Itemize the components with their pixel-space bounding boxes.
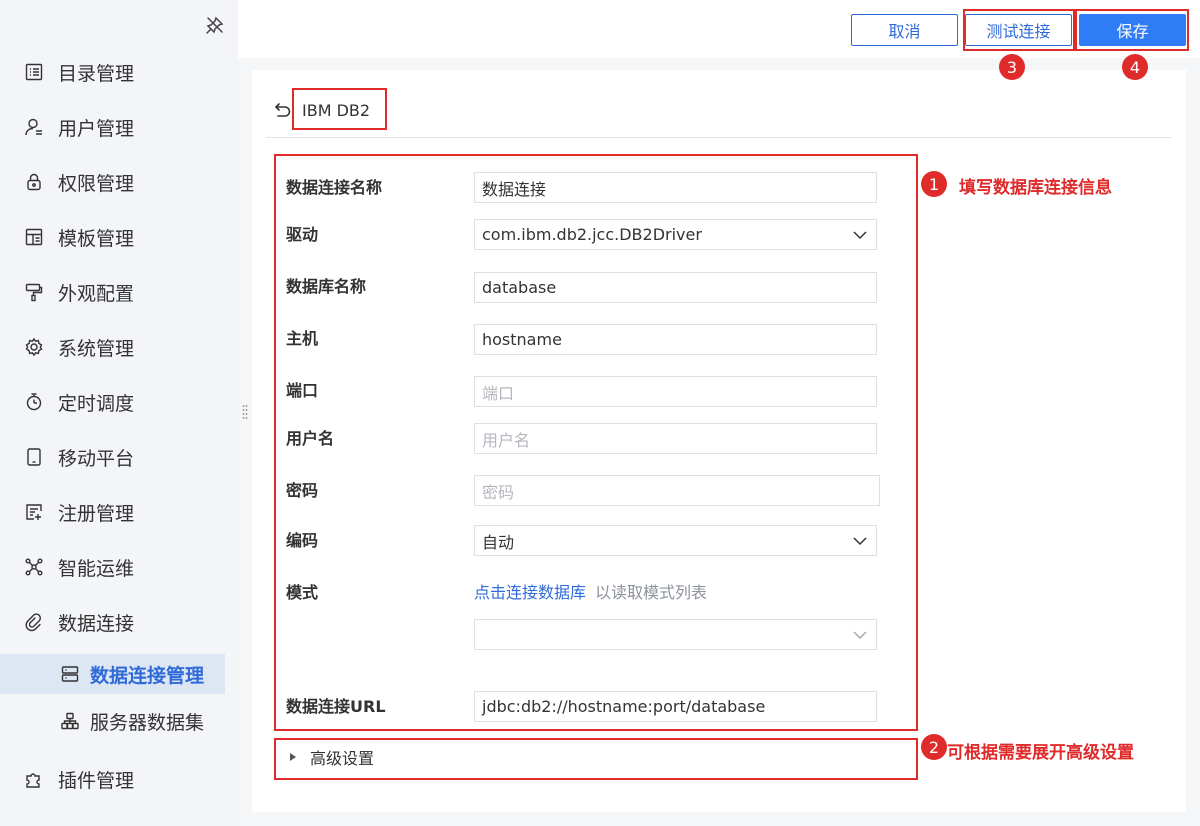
- sidebar-subitem-data-connection-management[interactable]: 数据连接管理: [0, 654, 225, 694]
- encoding-select[interactable]: 自动: [474, 525, 877, 556]
- annotation-badge-3: 3: [999, 54, 1025, 80]
- sidebar-subitem-server-dataset[interactable]: 服务器数据集: [0, 701, 225, 741]
- annotation-badge-2: 2: [921, 734, 947, 760]
- sidebar-item-catalog[interactable]: 目录管理: [0, 50, 238, 94]
- sidebar-item-mobile[interactable]: 移动平台: [0, 435, 238, 479]
- template-icon: [24, 227, 44, 247]
- annotation-note-1: 填写数据库连接信息: [959, 178, 1112, 198]
- chevron-down-icon: [853, 537, 867, 546]
- caret-right-icon: [290, 753, 296, 761]
- conn-name-label: 数据连接名称: [286, 178, 383, 197]
- stopwatch-icon: [24, 392, 44, 412]
- test-connection-button[interactable]: 测试连接: [965, 14, 1072, 46]
- sidebar-item-label: 权限管理: [58, 172, 135, 195]
- url-input[interactable]: jdbc:db2://hostname:port/database: [474, 691, 877, 722]
- sidebar-item-label: 模板管理: [58, 227, 135, 250]
- sidebar-subitem-label: 服务器数据集: [90, 711, 205, 734]
- sidebar-item-schedule[interactable]: 定时调度: [0, 380, 238, 424]
- url-label: 数据连接URL: [286, 697, 386, 716]
- conn-name-input[interactable]: 数据连接: [474, 172, 877, 203]
- schema-select[interactable]: [474, 619, 877, 650]
- annotation-note-2: 可根据需要展开高级设置: [947, 743, 1134, 763]
- sidebar-item-permissions[interactable]: 权限管理: [0, 160, 238, 204]
- driver-label: 驱动: [286, 225, 319, 244]
- sidebar-item-label: 移动平台: [58, 447, 135, 470]
- resize-handle-icon[interactable]: [242, 404, 248, 420]
- puzzle-icon: [24, 769, 44, 789]
- network-icon: [24, 557, 44, 577]
- host-input[interactable]: hostname: [474, 324, 877, 355]
- db-name-label: 数据库名称: [286, 277, 367, 296]
- driver-select[interactable]: com.ibm.db2.jcc.DB2Driver: [474, 219, 877, 250]
- sidebar-item-label: 注册管理: [58, 502, 135, 525]
- sidebar-item-plugins[interactable]: 插件管理: [0, 757, 238, 801]
- gear-icon: [24, 337, 44, 357]
- database-type-title: IBM DB2: [302, 101, 371, 120]
- unpin-icon[interactable]: [205, 15, 225, 35]
- back-icon[interactable]: [274, 101, 292, 119]
- username-label: 用户名: [286, 429, 335, 448]
- lock-icon: [24, 172, 44, 192]
- advanced-settings-toggle[interactable]: 高级设置: [290, 745, 374, 769]
- sidebar-item-label: 定时调度: [58, 392, 135, 415]
- username-input[interactable]: 用户名: [474, 423, 877, 454]
- encoding-label: 编码: [286, 531, 319, 550]
- sidebar-item-register[interactable]: 注册管理: [0, 490, 238, 534]
- sidebar-item-system[interactable]: 系统管理: [0, 325, 238, 369]
- sidebar-item-label: 智能运维: [58, 557, 135, 580]
- sidebar: 目录管理 用户管理 权限管理 模板管理 外观配置 系统管理 定时调度 移动平台 …: [0, 0, 238, 826]
- host-label: 主机: [286, 329, 319, 348]
- user-icon: [24, 117, 44, 137]
- header-divider: [266, 137, 1172, 138]
- register-icon: [24, 502, 44, 522]
- cancel-button[interactable]: 取消: [851, 14, 958, 46]
- db-name-input[interactable]: database: [474, 272, 877, 303]
- port-label: 端口: [286, 381, 319, 400]
- save-button[interactable]: 保存: [1079, 14, 1186, 46]
- sidebar-item-label: 用户管理: [58, 117, 135, 140]
- sidebar-item-label: 目录管理: [58, 62, 135, 85]
- sidebar-item-data-connection[interactable]: 数据连接: [0, 600, 238, 644]
- advanced-settings-label: 高级设置: [310, 749, 375, 768]
- password-label: 密码: [286, 481, 319, 500]
- connect-database-link[interactable]: 点击连接数据库: [474, 579, 586, 603]
- link-icon: [24, 612, 44, 632]
- tablet-icon: [24, 447, 44, 467]
- sidebar-item-templates[interactable]: 模板管理: [0, 215, 238, 259]
- sidebar-item-label: 插件管理: [58, 769, 135, 792]
- sidebar-item-ops[interactable]: 智能运维: [0, 545, 238, 589]
- sidebar-subitem-label: 数据连接管理: [90, 664, 205, 687]
- sidebar-item-label: 数据连接: [58, 612, 135, 635]
- sidebar-item-label: 系统管理: [58, 337, 135, 360]
- sidebar-item-users[interactable]: 用户管理: [0, 105, 238, 149]
- annotation-badge-4: 4: [1122, 54, 1148, 80]
- dataset-icon: [60, 711, 80, 731]
- port-input[interactable]: 端口: [474, 376, 877, 407]
- encoding-value: 自动: [482, 532, 515, 552]
- schema-hint: 以读取模式列表: [595, 583, 708, 602]
- catalog-icon: [24, 62, 44, 82]
- server-icon: [60, 664, 80, 684]
- password-input[interactable]: 密码: [474, 475, 880, 506]
- sidebar-item-appearance[interactable]: 外观配置: [0, 270, 238, 314]
- driver-value: com.ibm.db2.jcc.DB2Driver: [482, 225, 702, 244]
- annotation-badge-1: 1: [921, 171, 947, 197]
- schema-label: 模式: [286, 583, 319, 602]
- chevron-down-icon: [853, 631, 867, 640]
- chevron-down-icon: [853, 231, 867, 240]
- sidebar-item-label: 外观配置: [58, 282, 135, 305]
- paint-roller-icon: [24, 282, 44, 302]
